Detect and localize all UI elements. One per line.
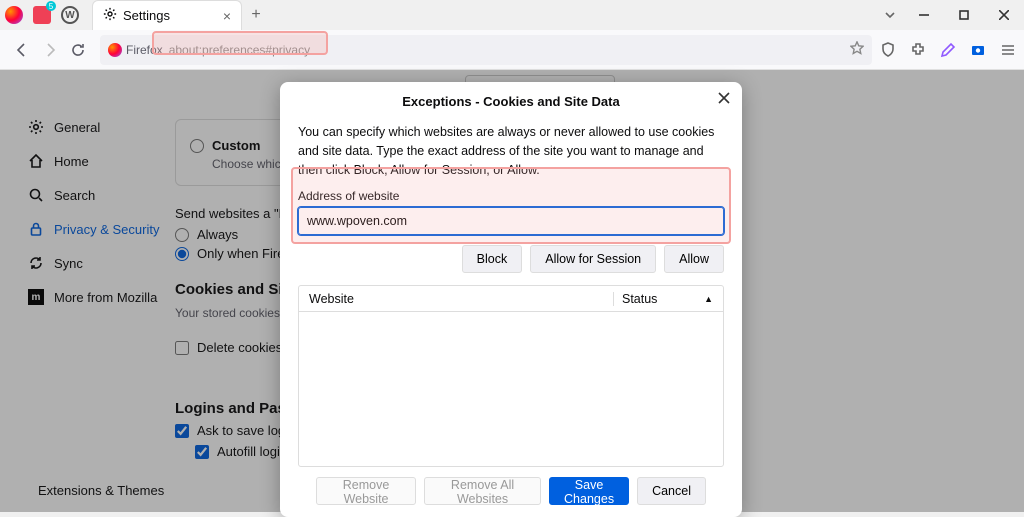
titlebar-left: W Settings × + (0, 0, 270, 30)
back-button[interactable] (8, 36, 36, 64)
tab-close-icon[interactable]: × (223, 8, 231, 24)
exceptions-list: Website Status▲ (298, 285, 724, 467)
firefox-app-icon (0, 6, 28, 24)
exceptions-modal: Exceptions - Cookies and Site Data You c… (280, 82, 742, 517)
identity-box[interactable]: Firefox (108, 43, 163, 57)
modal-title-bar: Exceptions - Cookies and Site Data (280, 82, 742, 117)
cancel-button[interactable]: Cancel (637, 477, 706, 505)
modal-close-icon[interactable] (718, 92, 730, 107)
bookmark-star-icon[interactable] (850, 41, 864, 58)
remove-website-button[interactable]: Remove Website (316, 477, 416, 505)
screenshot-icon[interactable] (970, 42, 986, 58)
title-bar: W Settings × + (0, 0, 1024, 30)
pocket-icon[interactable] (28, 6, 56, 24)
toolbar-icons (880, 42, 1016, 58)
maximize-button[interactable] (944, 0, 984, 30)
remove-all-websites-button[interactable]: Remove All Websites (424, 477, 541, 505)
toolbar: Firefox about:preferences#privacy (0, 30, 1024, 70)
address-input[interactable] (298, 207, 724, 235)
url-text: about:preferences#privacy (169, 43, 310, 57)
save-changes-button[interactable]: Save Changes (549, 477, 629, 505)
window-controls (904, 0, 1024, 30)
col-website-header[interactable]: Website (299, 292, 613, 306)
col-status-header[interactable]: Status▲ (613, 292, 723, 306)
block-button[interactable]: Block (462, 245, 523, 273)
close-window-button[interactable] (984, 0, 1024, 30)
forward-button[interactable] (36, 36, 64, 64)
identity-label: Firefox (126, 43, 163, 57)
tabs-dropdown-icon[interactable] (876, 0, 904, 30)
list-header: Website Status▲ (299, 286, 723, 312)
allow-session-button[interactable]: Allow for Session (530, 245, 656, 273)
extensions-icon[interactable] (910, 42, 926, 58)
sort-arrow-icon: ▲ (704, 294, 713, 304)
shield-icon[interactable] (880, 42, 896, 58)
minimize-button[interactable] (904, 0, 944, 30)
modal-description: You can specify which websites are alway… (298, 123, 724, 179)
wordpress-icon[interactable]: W (56, 6, 84, 24)
gear-icon (103, 7, 117, 24)
reload-button[interactable] (64, 36, 92, 64)
browser-tab[interactable]: Settings × (92, 0, 242, 30)
edit-icon[interactable] (940, 42, 956, 58)
new-tab-button[interactable]: + (242, 6, 270, 24)
modal-title: Exceptions - Cookies and Site Data (402, 94, 619, 109)
menu-icon[interactable] (1000, 42, 1016, 58)
allow-button[interactable]: Allow (664, 245, 724, 273)
tab-title: Settings (123, 8, 170, 23)
address-field-label: Address of website (298, 189, 724, 203)
url-bar[interactable]: Firefox about:preferences#privacy (100, 35, 872, 65)
